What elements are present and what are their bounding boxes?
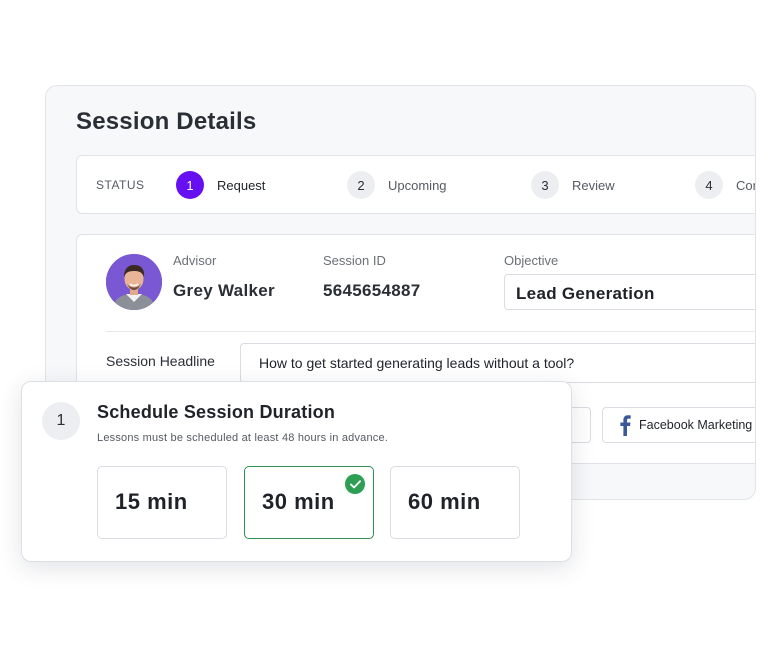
card-step-number: 1 <box>42 402 80 440</box>
step-label: Con <box>736 177 755 193</box>
step-label: Review <box>572 177 615 193</box>
check-icon <box>345 474 365 494</box>
objective-field[interactable]: Lead Generation <box>504 274 755 310</box>
session-id-label: Session ID <box>323 253 386 268</box>
step-label: Upcoming <box>388 177 447 193</box>
duration-option-30[interactable]: 30 min <box>244 466 374 539</box>
step-number: 4 <box>695 171 723 199</box>
schedule-duration-card: 1 Schedule Session Duration Lessons must… <box>21 381 572 562</box>
step-label: Request <box>217 177 266 193</box>
duration-label: 15 min <box>115 489 188 514</box>
session-headline-label: Session Headline <box>106 353 215 369</box>
step-review[interactable]: 3 Review <box>531 171 615 199</box>
session-id-value: 5645654887 <box>323 281 421 300</box>
advisor-name: Grey Walker <box>173 281 275 300</box>
step-number: 2 <box>347 171 375 199</box>
duration-label: 30 min <box>262 489 335 514</box>
facebook-icon <box>620 415 631 436</box>
divider <box>106 331 755 332</box>
avatar <box>106 254 162 310</box>
objective-label: Objective <box>504 253 559 268</box>
step-number: 1 <box>176 171 204 199</box>
advisor-label: Advisor <box>173 253 217 268</box>
card-title: Schedule Session Duration <box>97 402 336 422</box>
status-label: STATUS <box>96 178 145 192</box>
page-title: Session Details <box>76 108 257 135</box>
step-number: 3 <box>531 171 559 199</box>
status-stepper: STATUS 1 Request 2 Upcoming 3 Review 4 C… <box>76 155 755 214</box>
session-headline-field[interactable]: How to get started generating leads with… <box>240 343 755 383</box>
facebook-marketing-tag[interactable]: Facebook Marketing <box>602 407 755 443</box>
step-upcoming[interactable]: 2 Upcoming <box>347 171 447 199</box>
card-subtitle: Lessons must be scheduled at least 48 ho… <box>97 432 389 444</box>
step-complete[interactable]: 4 Con <box>695 171 755 199</box>
duration-option-15[interactable]: 15 min <box>97 466 227 539</box>
step-request[interactable]: 1 Request <box>176 171 265 199</box>
duration-option-60[interactable]: 60 min <box>390 466 520 539</box>
facebook-tag-label: Facebook Marketing <box>639 418 753 432</box>
duration-label: 60 min <box>408 489 481 514</box>
